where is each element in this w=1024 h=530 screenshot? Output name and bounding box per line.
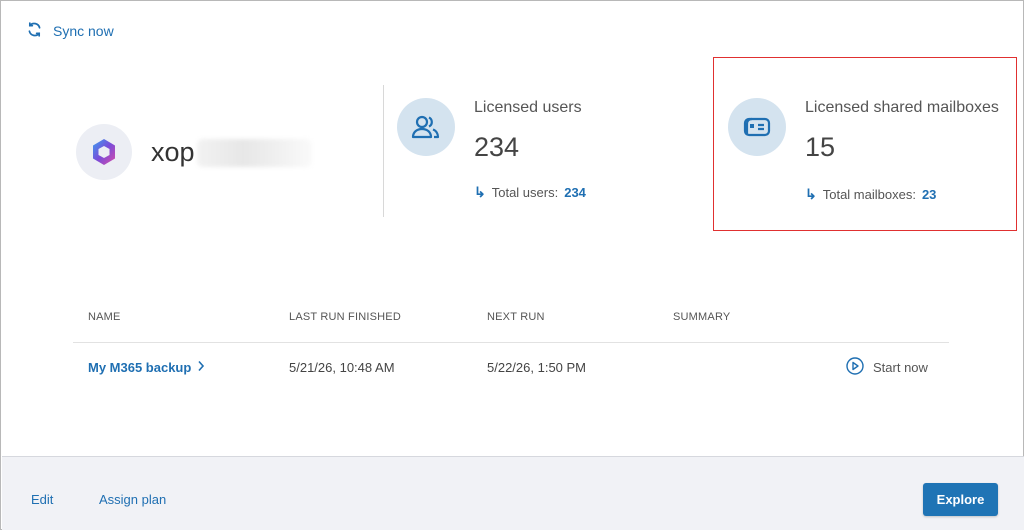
backup-panel: Sync now xop Licensed users 234 ↳ Total … bbox=[0, 0, 1024, 530]
assign-plan-button[interactable]: Assign plan bbox=[99, 492, 166, 507]
footer-bar: Edit Assign plan Explore bbox=[2, 456, 1024, 530]
total-users-label: Total users: bbox=[491, 185, 559, 200]
explore-button[interactable]: Explore bbox=[923, 483, 998, 516]
start-now-button[interactable]: Start now bbox=[846, 357, 928, 378]
job-name: My M365 backup bbox=[88, 360, 192, 375]
column-header-summary: SUMMARY bbox=[673, 311, 731, 323]
divider bbox=[383, 85, 384, 217]
start-now-label: Start now bbox=[873, 360, 928, 375]
tenant-name: xop bbox=[151, 137, 312, 168]
microsoft-365-logo-icon bbox=[76, 124, 132, 180]
table-row: My M365 backup bbox=[88, 360, 205, 375]
sync-now-label: Sync now bbox=[53, 23, 114, 39]
job-name-link[interactable]: My M365 backup bbox=[88, 360, 205, 375]
next-run-cell: 5/22/26, 1:50 PM bbox=[487, 360, 587, 375]
users-icon bbox=[397, 98, 455, 156]
tenant-name-prefix: xop bbox=[151, 137, 195, 167]
column-header-next-run: NEXT RUN bbox=[487, 311, 545, 323]
chevron-right-icon bbox=[197, 360, 205, 375]
column-header-last-run: LAST RUN FINISHED bbox=[289, 311, 401, 323]
tenant-name-redacted bbox=[196, 138, 312, 167]
highlight-box bbox=[713, 57, 1017, 231]
licensed-users-value: 234 bbox=[474, 132, 520, 162]
total-users: ↳ Total users: 234 bbox=[474, 184, 586, 201]
sync-icon bbox=[26, 21, 43, 41]
table-divider bbox=[73, 342, 949, 343]
total-users-link[interactable]: 234 bbox=[564, 185, 586, 200]
last-run-cell: 5/21/26, 10:48 AM bbox=[289, 360, 395, 375]
licensed-users-title: Licensed users bbox=[474, 99, 582, 116]
sync-now-button[interactable]: Sync now bbox=[26, 21, 114, 41]
play-circle-icon bbox=[846, 357, 864, 378]
column-header-name: NAME bbox=[88, 311, 121, 323]
edit-button[interactable]: Edit bbox=[31, 492, 53, 507]
subdirectory-arrow-icon: ↳ bbox=[474, 184, 486, 200]
